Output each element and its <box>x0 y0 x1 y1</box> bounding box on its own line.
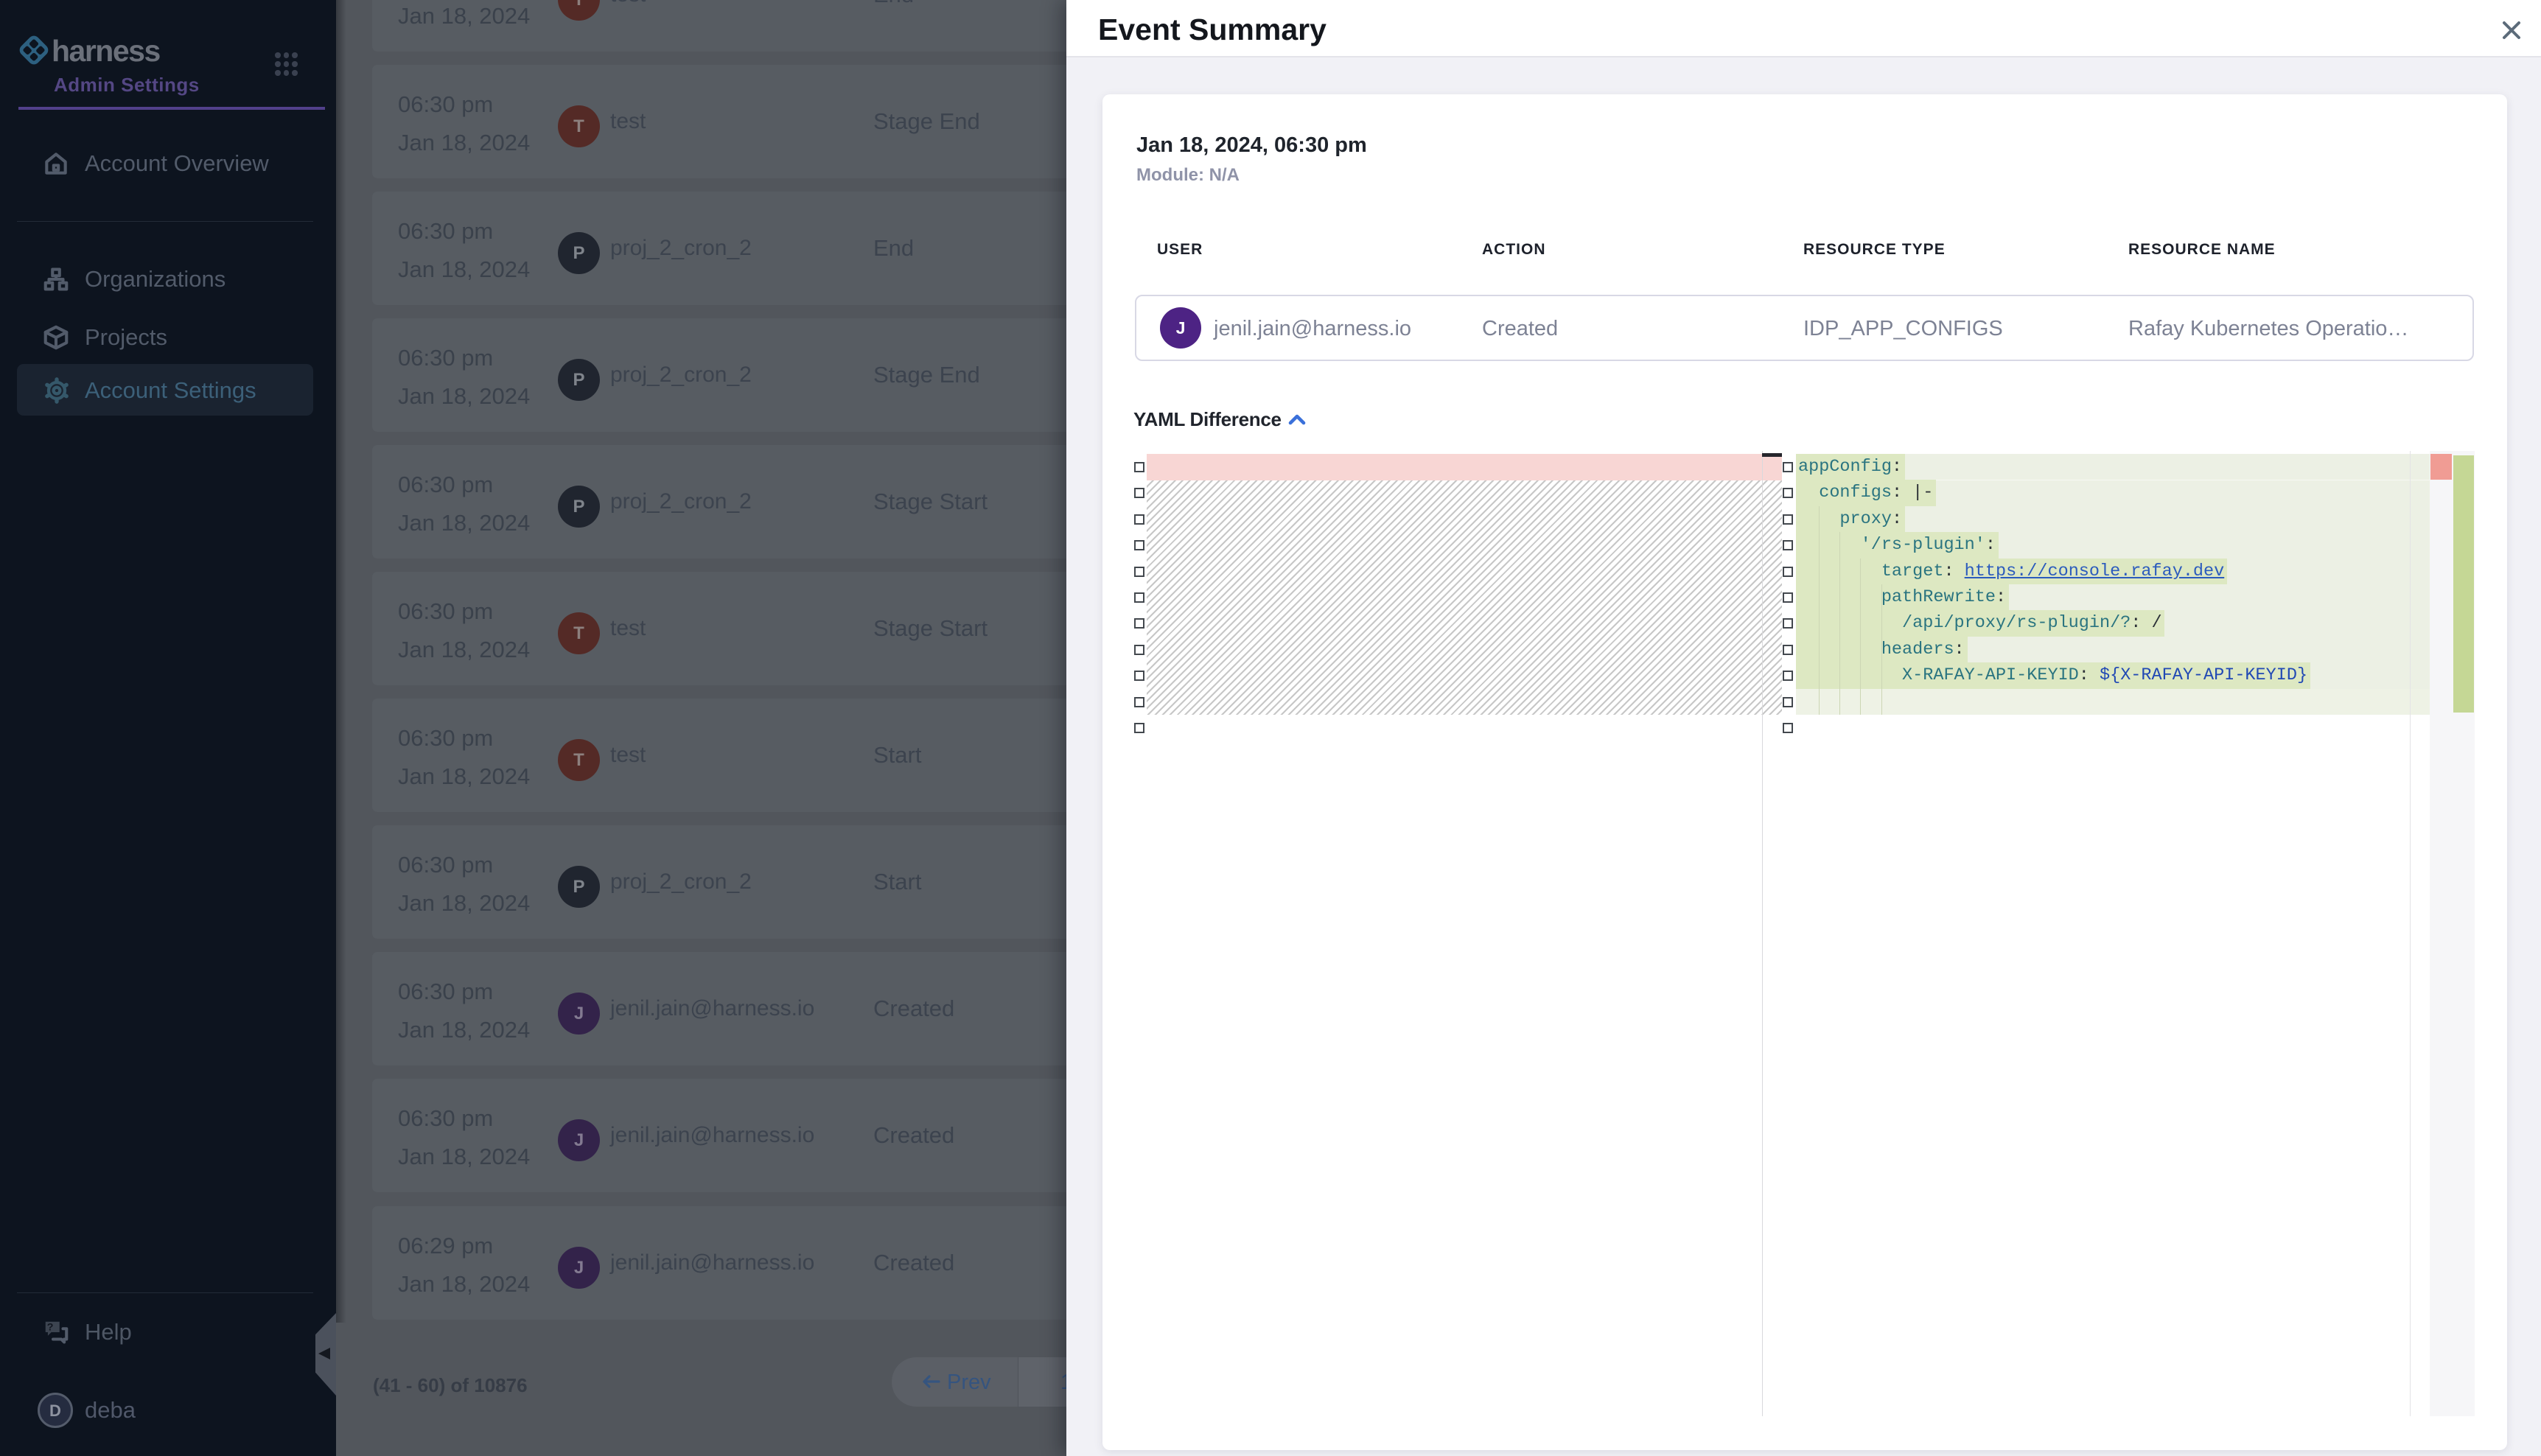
svg-text:?: ? <box>47 1322 54 1334</box>
